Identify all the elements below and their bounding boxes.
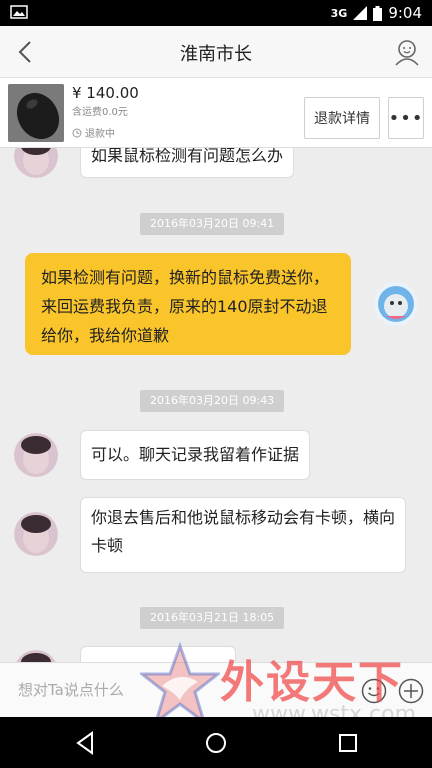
profile-icon[interactable] — [392, 37, 422, 67]
more-options-button[interactable]: ••• — [388, 97, 424, 139]
message-bubble — [80, 646, 236, 662]
self-avatar[interactable] — [374, 282, 418, 326]
clock: 9:04 — [388, 4, 422, 22]
avatar[interactable] — [14, 650, 58, 662]
title-bar: 淮南市长 — [0, 26, 432, 78]
avatar[interactable] — [14, 148, 58, 178]
emoji-icon[interactable] — [361, 678, 387, 704]
shipping-fee: 含运费0.0元 — [72, 107, 128, 118]
message-bubble: 如果鼠标检测有问题怎么办 — [80, 148, 295, 178]
chat-messages[interactable]: 如果鼠标检测有问题怎么办 2016年03月20日 09:41 如果检测有问题，换… — [0, 148, 432, 662]
refund-detail-button[interactable]: 退款详情 — [304, 97, 380, 139]
clock-icon — [72, 128, 82, 137]
product-thumbnail[interactable] — [8, 84, 64, 142]
chat-title: 淮南市长 — [180, 44, 252, 65]
network-type: 3G — [330, 6, 348, 20]
navigation-bar — [0, 717, 432, 768]
avatar[interactable] — [14, 433, 58, 477]
plus-icon[interactable] — [398, 678, 424, 704]
signal-icon — [353, 6, 368, 20]
status-bar: 3G 9:04 — [0, 0, 432, 26]
refund-status: 退款中 — [72, 125, 115, 140]
input-bar: 想对Ta说点什么 — [0, 662, 432, 717]
message-input[interactable]: 想对Ta说点什么 — [18, 679, 124, 700]
product-price: ¥ 140.00 — [72, 84, 139, 102]
refund-status-text: 退款中 — [85, 129, 115, 140]
image-notification-icon — [10, 5, 28, 19]
self-message-bubble: 如果检测有问题，换新的鼠标免费送你，来回运费我负责，原来的140原封不动退给你，… — [25, 253, 351, 355]
nav-back-icon[interactable] — [72, 730, 98, 756]
battery-icon — [373, 5, 383, 21]
message-bubble: 可以。聊天记录我留着作证据 — [80, 430, 311, 480]
nav-recents-icon[interactable] — [335, 730, 361, 756]
timestamp: 2016年03月21日 18:05 — [140, 607, 285, 629]
nav-home-icon[interactable] — [203, 730, 229, 756]
timestamp: 2016年03月20日 09:41 — [140, 213, 285, 235]
timestamp: 2016年03月20日 09:43 — [140, 390, 285, 412]
message-bubble: 你退去售后和他说鼠标移动会有卡顿，横向卡顿 — [80, 497, 406, 573]
mouse-image — [8, 84, 64, 142]
avatar[interactable] — [14, 512, 58, 556]
